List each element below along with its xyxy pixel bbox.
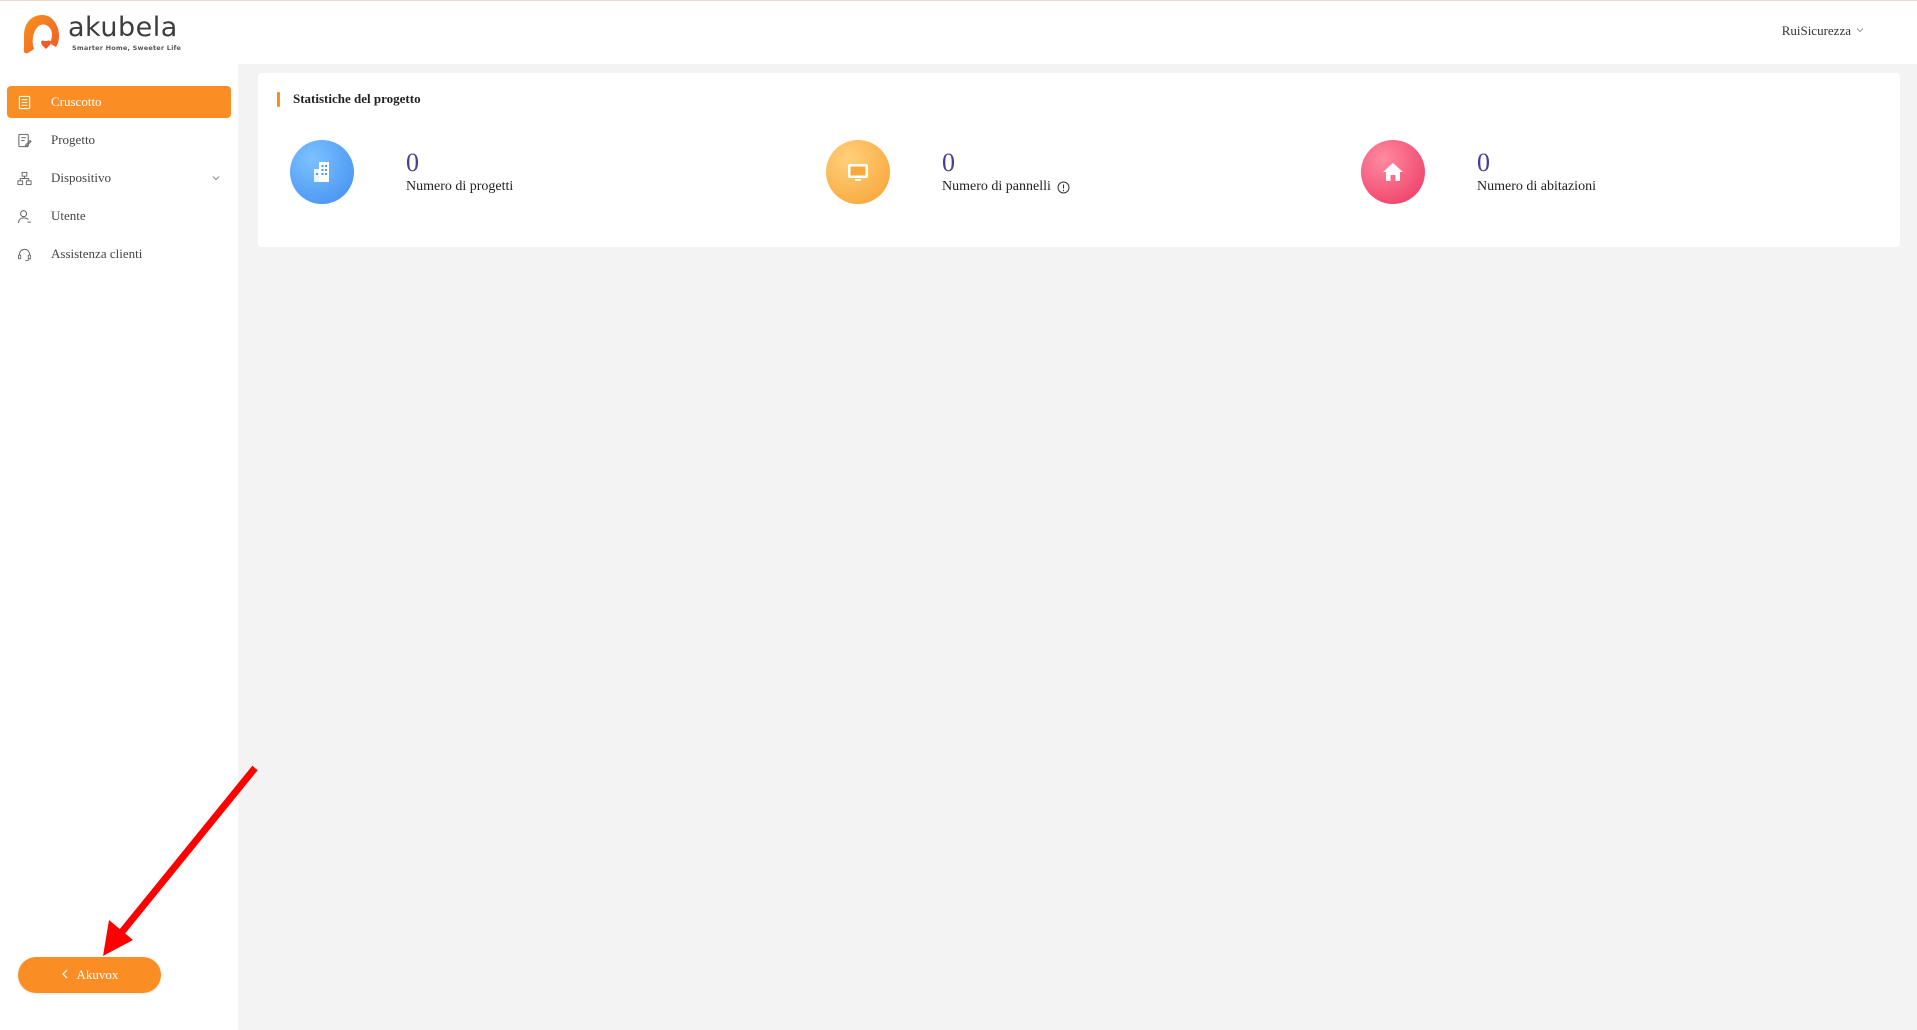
network-devices-icon (16, 170, 32, 186)
chevron-down-icon (1855, 23, 1865, 39)
dashboard-icon (16, 94, 32, 110)
sidebar-item-label: Utente (51, 208, 86, 223)
stat-label: Numero di pannelli (942, 179, 1070, 195)
user-menu[interactable]: RuiSicurezza (1782, 23, 1865, 39)
document-edit-icon (16, 132, 32, 148)
monitor-icon (826, 140, 890, 204)
support-headset-icon (16, 246, 32, 262)
sidebar-item-utente[interactable]: Utente (7, 200, 231, 232)
stat-projects: 0 Numero di progetti (290, 140, 513, 204)
sidebar-item-progetto[interactable]: Progetto (7, 124, 231, 156)
akuvox-back-button[interactable]: Akuvox (18, 957, 161, 993)
logo-wordmark: akubela (68, 12, 178, 43)
stat-label: Numero di progetti (406, 179, 513, 195)
back-button-label: Akuvox (76, 967, 119, 982)
building-icon (290, 140, 354, 204)
user-icon (16, 208, 32, 224)
stat-value: 0 (942, 148, 955, 177)
sidebar-item-label: Progetto (51, 132, 96, 147)
card-title-text: Statistiche del progetto (293, 91, 421, 106)
info-icon[interactable] (1057, 181, 1070, 194)
stat-label: Numero di abitazioni (1477, 179, 1596, 195)
sidebar-item-dispositivo[interactable]: Dispositivo (7, 162, 231, 194)
top-header: akubela Smarter Home, Sweeter Life RuiSi… (0, 0, 1917, 64)
stat-value: 0 (1477, 148, 1490, 177)
sidebar-item-assistenza[interactable]: Assistenza clienti (7, 238, 231, 270)
logo-mark-icon (22, 13, 62, 55)
title-accent-bar (277, 91, 280, 107)
stat-label-text: Numero di progetti (406, 179, 514, 194)
sidebar: Cruscotto Progetto Dispositivo Utente As… (0, 64, 238, 1030)
sidebar-menu: Cruscotto Progetto Dispositivo Utente As… (7, 86, 231, 276)
stat-panels: 0 Numero di pannelli (826, 140, 1070, 204)
user-name: RuiSicurezza (1781, 23, 1851, 38)
stat-homes: 0 Numero di abitazioni (1361, 140, 1596, 204)
chevron-down-icon[interactable] (211, 173, 221, 183)
stat-label-text: Numero di pannelli (942, 179, 1051, 194)
sidebar-item-label: Cruscotto (51, 94, 102, 109)
logo-tagline: Smarter Home, Sweeter Life (72, 44, 182, 52)
sidebar-item-label: Dispositivo (51, 170, 111, 185)
akubela-logo[interactable]: akubela Smarter Home, Sweeter Life (22, 13, 181, 55)
home-icon (1361, 140, 1425, 204)
sidebar-item-label: Assistenza clienti (51, 246, 143, 261)
stat-value: 0 (406, 148, 419, 177)
chevron-left-icon (61, 967, 69, 983)
project-stats-card: Statistiche del progetto 0 Numero di pro… (258, 73, 1900, 247)
card-title: Statistiche del progetto (277, 91, 421, 107)
stat-label-text: Numero di abitazioni (1477, 179, 1596, 194)
sidebar-item-cruscotto[interactable]: Cruscotto (7, 86, 231, 118)
